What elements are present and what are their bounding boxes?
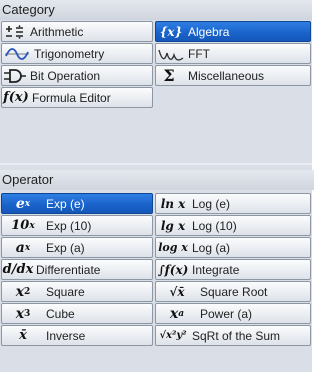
- operator-integrate-label: Integrate: [192, 262, 240, 277]
- operator-exp-a-button[interactable]: ax Exp (a): [1, 237, 153, 258]
- sigma-icon: Σ: [163, 66, 175, 85]
- ln-x-icon: ln x: [160, 196, 186, 211]
- category-algebra-button[interactable]: {x} Algebra: [155, 21, 311, 42]
- x-power-a-icon: xa: [169, 305, 185, 322]
- category-miscellaneous-label: Miscellaneous: [188, 68, 265, 83]
- x-squared-icon: x2: [15, 283, 31, 300]
- operator-square-root-button[interactable]: √x̄ Square Root: [155, 281, 311, 302]
- lg-x-icon: lg x: [160, 218, 186, 233]
- category-bit-operation-label: Bit Operation: [30, 68, 101, 83]
- operator-exp-10-label: Exp (10): [46, 218, 92, 233]
- operator-differentiate-button[interactable]: d/dx Differentiate: [1, 259, 153, 280]
- category-arithmetic-label: Arithmetic: [30, 24, 84, 39]
- operator-exp-a-label: Exp (a): [46, 240, 85, 255]
- operator-log-e-label: Log (e): [192, 196, 231, 211]
- operator-log-10-button[interactable]: lg x Log (10): [155, 215, 311, 236]
- operator-sqrt-sum-label: SqRt of the Sum: [192, 328, 281, 343]
- sqrt-x-icon: √x̄: [169, 284, 185, 299]
- fft-spectrum-icon: [156, 44, 186, 63]
- operator-cube-label: Cube: [46, 306, 75, 321]
- math-function-panel: Category Arithmetic {x} Algebra Trigonom…: [0, 0, 314, 372]
- operator-exp-10-button[interactable]: 10 x Exp (10): [1, 215, 153, 236]
- function-icon: f(x): [3, 90, 29, 105]
- operator-differentiate-label: Differentiate: [36, 262, 101, 277]
- operator-square-root-label: Square Root: [200, 284, 268, 299]
- category-trigonometry-label: Trigonometry: [34, 46, 105, 61]
- operator-log-e-button[interactable]: ln x Log (e): [155, 193, 311, 214]
- category-bit-operation-button[interactable]: Bit Operation: [1, 65, 153, 86]
- e-power-x-icon: ex: [15, 195, 31, 212]
- x-cubed-icon: x3: [15, 305, 31, 322]
- sqrt-sum-squares-icon: √x²y²: [159, 330, 187, 341]
- operator-square-label: Square: [46, 284, 85, 299]
- category-algebra-label: Algebra: [188, 24, 230, 39]
- plus-minus-icon: [2, 22, 28, 41]
- d-dx-icon: d/dx: [2, 262, 34, 277]
- operator-log-a-label: Log (a): [192, 240, 231, 255]
- category-miscellaneous-button[interactable]: Σ Miscellaneous: [155, 65, 311, 86]
- a-power-x-icon: ax: [15, 239, 31, 256]
- x-bar-icon: x̄: [19, 328, 27, 343]
- category-formula-editor-label: Formula Editor: [32, 90, 111, 105]
- operator-integrate-button[interactable]: ∫f(x) Integrate: [155, 259, 311, 280]
- category-fft-label: FFT: [188, 46, 210, 61]
- category-fft-button[interactable]: FFT: [155, 43, 311, 64]
- category-formula-editor-button[interactable]: f(x) Formula Editor: [1, 87, 153, 108]
- integral-icon: ∫f(x): [157, 262, 189, 277]
- ten-power-x-icon: 10 x: [11, 218, 35, 233]
- operator-inverse-label: Inverse: [46, 328, 86, 343]
- operator-header: Operator: [0, 170, 314, 190]
- operator-power-a-label: Power (a): [200, 306, 253, 321]
- section-divider: [0, 163, 312, 165]
- operator-exp-e-button[interactable]: ex Exp (e): [1, 193, 153, 214]
- operator-log-a-button[interactable]: log x Log (a): [155, 237, 311, 258]
- operator-inverse-button[interactable]: x̄ Inverse: [1, 325, 153, 346]
- operator-log-10-label: Log (10): [192, 218, 237, 233]
- category-arithmetic-button[interactable]: Arithmetic: [1, 21, 153, 42]
- sine-wave-icon: [2, 44, 32, 63]
- log-x-icon: log x: [158, 241, 188, 254]
- logic-gate-icon: [2, 66, 28, 85]
- operator-square-button[interactable]: x2 Square: [1, 281, 153, 302]
- category-header: Category: [0, 0, 312, 20]
- operator-sqrt-sum-button[interactable]: √x²y² SqRt of the Sum: [155, 325, 311, 346]
- curly-x-icon: {x}: [159, 24, 183, 39]
- operator-cube-button[interactable]: x3 Cube: [1, 303, 153, 324]
- operator-power-a-button[interactable]: xa Power (a): [155, 303, 311, 324]
- operator-exp-e-label: Exp (e): [46, 196, 85, 211]
- category-trigonometry-button[interactable]: Trigonometry: [1, 43, 153, 64]
